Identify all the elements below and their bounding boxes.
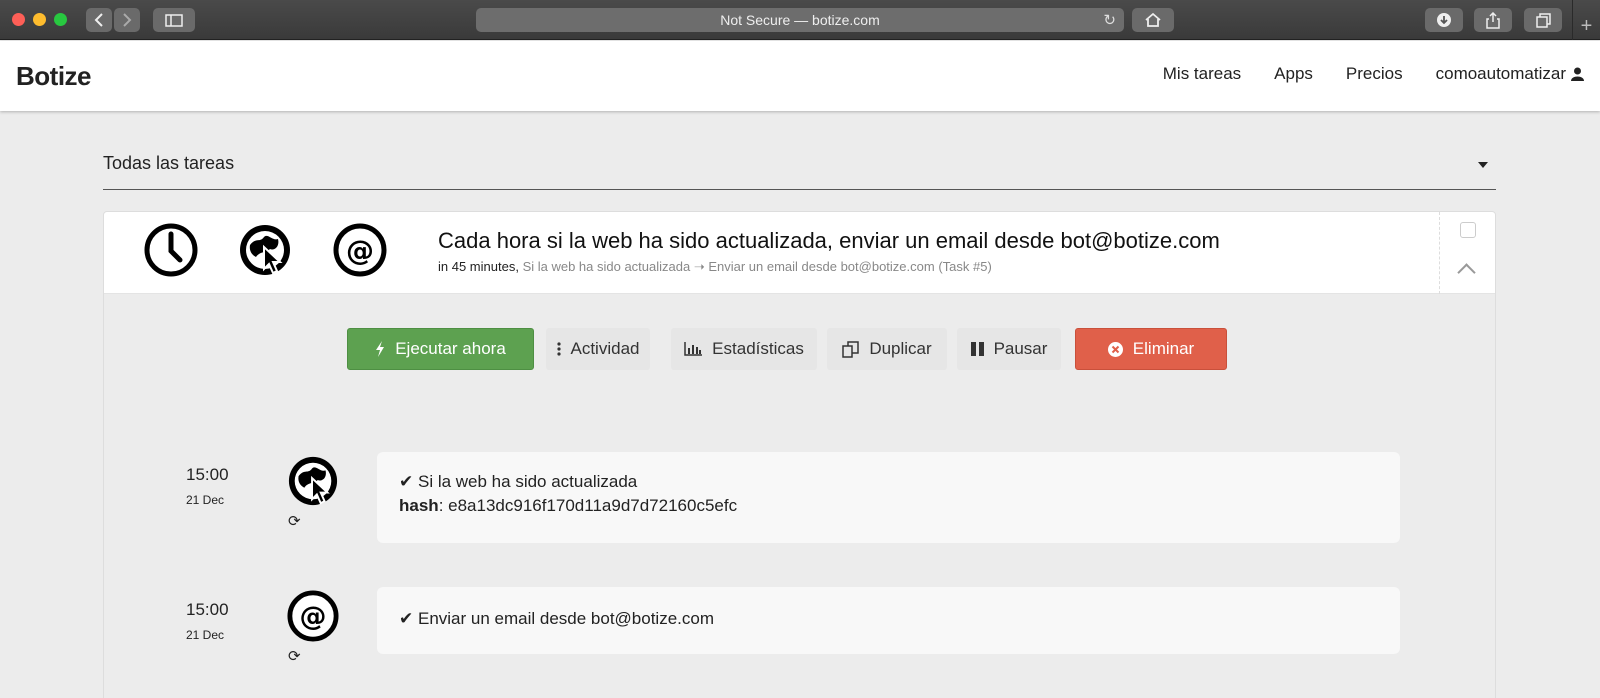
nav-username: comoautomatizar [1435, 64, 1566, 83]
copy-icon [842, 340, 860, 358]
bolt-icon [376, 341, 385, 357]
event-time: 15:00 [186, 600, 229, 619]
web-cursor-icon [240, 225, 290, 275]
task-header[interactable]: @ Cada hora si la web ha sido actualizad… [104, 212, 1495, 294]
close-circle-icon [1107, 341, 1123, 357]
more-vertical-icon [556, 342, 561, 356]
check-icon: ✔ [399, 472, 414, 491]
nav-mis-tareas[interactable]: Mis tareas [1163, 64, 1241, 84]
activity-button[interactable]: Actividad [546, 328, 650, 370]
caret-down-icon [1478, 162, 1488, 168]
event-title: Si la web ha sido actualizada [417, 472, 638, 491]
at-icon: @ [287, 590, 339, 642]
task-filter-dropdown[interactable]: Todas las tareas [103, 140, 1496, 190]
downloads-button[interactable] [1425, 8, 1463, 32]
sidebar-toggle-button[interactable] [153, 8, 195, 32]
tabs-overview-button[interactable] [1524, 8, 1562, 32]
statistics-button[interactable]: Estadísticas [671, 328, 817, 370]
sync-icon[interactable]: ⟳ [288, 647, 301, 665]
pause-label: Pausar [993, 339, 1048, 358]
minimize-window-button[interactable] [33, 13, 46, 26]
share-icon [1486, 11, 1500, 29]
address-text: Not Secure — botize.com [720, 12, 880, 28]
clock-icon [144, 223, 198, 277]
run-now-label: Ejecutar ahora [395, 339, 506, 358]
bar-chart-icon [684, 342, 703, 356]
task-card: @ Cada hora si la web ha sido actualizad… [103, 211, 1496, 698]
home-icon [1145, 12, 1161, 27]
web-cursor-icon [288, 456, 338, 506]
delete-button[interactable]: Eliminar [1075, 328, 1227, 370]
svg-text:@: @ [346, 234, 374, 267]
download-icon [1437, 13, 1451, 27]
event-date: 21 Dec [186, 628, 225, 642]
reload-icon[interactable]: ↻ [1103, 11, 1116, 29]
event-details: ✔ Enviar un email desde bot@botize.com [377, 587, 1400, 654]
nav-apps[interactable]: Apps [1274, 64, 1313, 84]
new-tab-button[interactable]: + [1572, 0, 1600, 40]
home-button[interactable] [1132, 8, 1174, 32]
nav-precios[interactable]: Precios [1346, 64, 1403, 84]
pause-icon [970, 342, 984, 356]
browser-toolbar: Not Secure — botize.com ↻ + [0, 0, 1600, 40]
hash-key: hash [399, 496, 439, 515]
duplicate-button[interactable]: Duplicar [827, 328, 947, 370]
pause-button[interactable]: Pausar [957, 328, 1061, 370]
event-details: ✔ Si la web ha sido actualizada hash: e8… [377, 452, 1400, 543]
task-subtitle: in 45 minutes, Si la web ha sido actuali… [438, 259, 992, 275]
run-now-button[interactable]: Ejecutar ahora [347, 328, 534, 370]
task-title[interactable]: Cada hora si la web ha sido actualizada,… [438, 228, 1220, 254]
task-next-run: in 45 minutes, [438, 259, 519, 274]
event-hash-line: hash: e8a13dc916f170d11a9d7d72160c5efc [399, 496, 1378, 516]
event-title-line: ✔ Si la web ha sido actualizada [399, 472, 1378, 492]
hash-value: : e8a13dc916f170d11a9d7d72160c5efc [438, 496, 738, 515]
chevron-right-icon [123, 13, 132, 27]
nav-links: Mis tareas Apps Precios comoautomatizar [1163, 64, 1584, 84]
task-select-checkbox[interactable] [1460, 222, 1476, 238]
sync-icon[interactable]: ⟳ [288, 512, 301, 530]
close-window-button[interactable] [12, 13, 25, 26]
event-title: Enviar un email desde bot@botize.com [417, 609, 715, 628]
event-title-line: ✔ Enviar un email desde bot@botize.com [399, 609, 1378, 629]
address-bar[interactable]: Not Secure — botize.com ↻ [476, 8, 1124, 32]
at-icon: @ [333, 223, 387, 277]
statistics-label: Estadísticas [712, 339, 804, 358]
zoom-window-button[interactable] [54, 13, 67, 26]
task-detail: Si la web ha sido actualizada ➝ Enviar u… [522, 259, 992, 274]
event-time: 15:00 [186, 465, 229, 484]
activity-label: Actividad [570, 339, 640, 358]
tabs-icon [1535, 12, 1551, 28]
task-side-controls [1439, 212, 1495, 294]
back-button[interactable] [86, 8, 112, 32]
event-date: 21 Dec [186, 493, 225, 507]
brand-logo[interactable]: Botize [16, 61, 92, 92]
check-icon: ✔ [399, 609, 414, 628]
chevron-left-icon [94, 13, 103, 27]
duplicate-label: Duplicar [869, 339, 932, 358]
delete-label: Eliminar [1132, 339, 1195, 358]
sidebar-icon [165, 13, 183, 27]
svg-text:@: @ [300, 602, 327, 633]
nav-user-menu[interactable]: comoautomatizar [1436, 64, 1584, 84]
forward-button[interactable] [114, 8, 140, 32]
user-icon [1571, 67, 1584, 81]
share-button[interactable] [1474, 8, 1512, 32]
task-filter-label: Todas las tareas [103, 153, 235, 173]
chevron-up-icon[interactable] [1457, 263, 1476, 282]
site-navbar: Botize Mis tareas Apps Precios comoautom… [0, 41, 1600, 111]
